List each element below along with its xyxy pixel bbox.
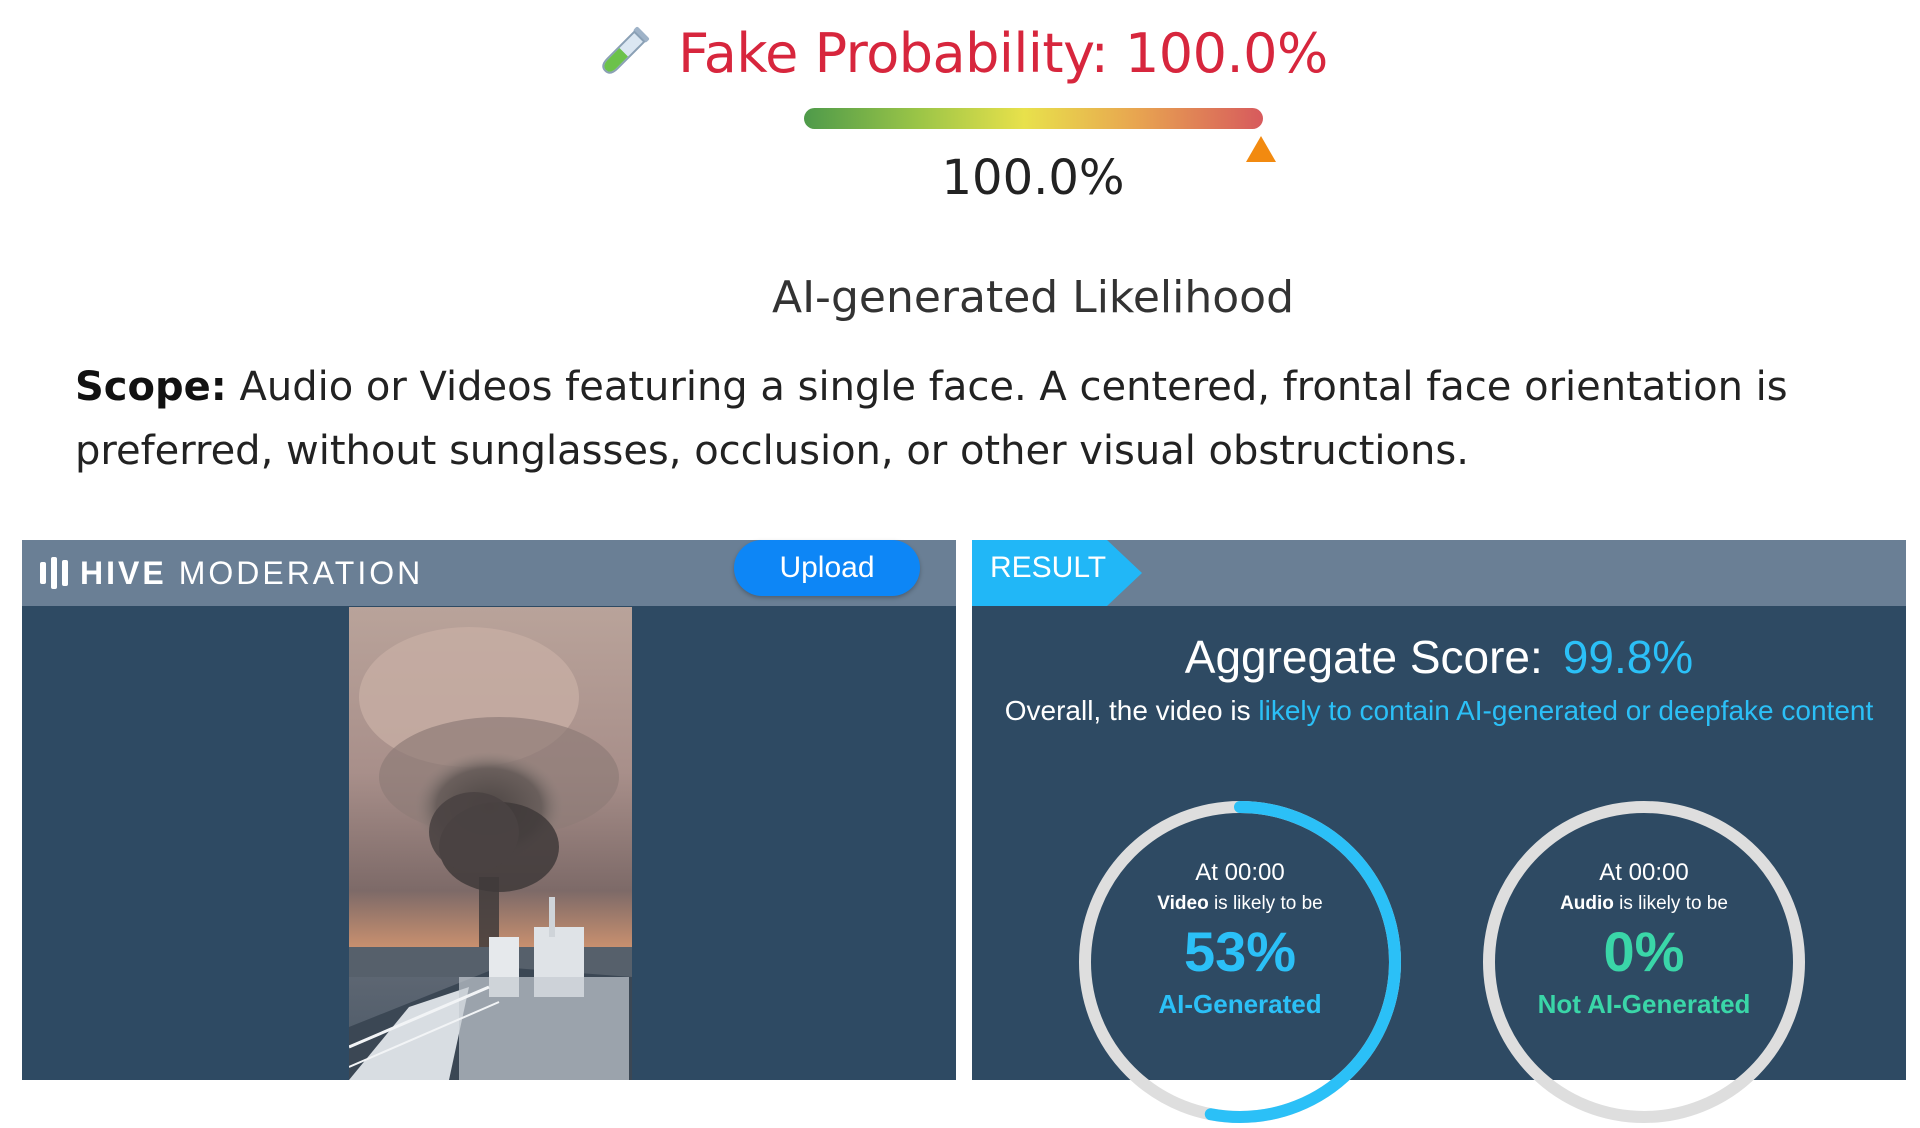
audio-gauge-percent: 0% xyxy=(1603,920,1685,983)
upload-button[interactable]: Upload xyxy=(734,540,920,596)
audio-gauge-media: Audio xyxy=(1560,893,1614,914)
scope-label: Scope: xyxy=(75,364,227,410)
video-gauge-caption: Video is likely to be xyxy=(1074,888,1406,920)
video-gauge-likely: is likely to be xyxy=(1208,893,1323,914)
aggregate-score: Aggregate Score: 99.8% xyxy=(972,630,1906,684)
result-tab[interactable]: RESULT xyxy=(972,540,1142,606)
video-gauge-time: At 00:00 xyxy=(1195,859,1285,886)
overall-prefix: Overall, the video is xyxy=(1004,695,1259,726)
fake-probability-title: Fake Probability: 100.0% xyxy=(678,22,1328,85)
probability-value: 100.0% xyxy=(941,150,1125,206)
audio-gauge-verdict: Not AI-Generated xyxy=(1537,989,1751,1019)
test-tube-icon xyxy=(592,22,654,84)
fake-probability-heading: Fake Probability: 100.0% xyxy=(0,22,1920,85)
result-header: RESULT xyxy=(972,540,1906,606)
hive-logo: HIVE MODERATION xyxy=(40,551,423,595)
video-gauge-media: Video xyxy=(1157,893,1209,914)
audio-gauge-content: At 00:00 Audio is likely to be 0% Not AI… xyxy=(1478,858,1810,1024)
overall-verdict: Overall, the video is likely to contain … xyxy=(1002,690,1876,732)
aggregate-value: 99.8% xyxy=(1562,631,1694,683)
video-thumbnail[interactable] xyxy=(349,607,632,1080)
hive-result-panel: RESULT Aggregate Score: 99.8% Overall, th… xyxy=(972,540,1906,1123)
video-gauge: At 00:00 Video is likely to be 53% AI-Ge… xyxy=(1074,796,1406,1128)
audio-gauge-likely: is likely to be xyxy=(1613,893,1728,914)
probability-gradient-bar xyxy=(804,108,1263,129)
overall-verdict-text: likely to contain AI-generated or deepfa… xyxy=(1258,695,1874,726)
video-gauge-verdict: AI-Generated xyxy=(1158,989,1322,1019)
scope-description: Scope: Audio or Videos featuring a singl… xyxy=(75,355,1905,483)
video-gauge-percent: 53% xyxy=(1183,920,1297,983)
video-gauge-content: At 00:00 Video is likely to be 53% AI-Ge… xyxy=(1074,858,1406,1024)
aggregate-label: Aggregate Score: xyxy=(1184,631,1543,683)
hive-bars-icon xyxy=(40,557,68,589)
hive-media-panel: HIVE MODERATION Upload xyxy=(22,540,956,1080)
audio-gauge-caption: Audio is likely to be xyxy=(1478,888,1810,920)
scope-text: Audio or Videos featuring a single face.… xyxy=(75,364,1788,474)
audio-gauge-time: At 00:00 xyxy=(1599,859,1689,886)
brand-hive: HIVE xyxy=(80,554,167,591)
hive-header: HIVE MODERATION Upload xyxy=(22,540,956,606)
brand-moderation: MODERATION xyxy=(178,554,424,591)
likelihood-label: AI-generated Likelihood xyxy=(771,272,1295,323)
audio-gauge: At 00:00 Audio is likely to be 0% Not AI… xyxy=(1478,796,1810,1128)
